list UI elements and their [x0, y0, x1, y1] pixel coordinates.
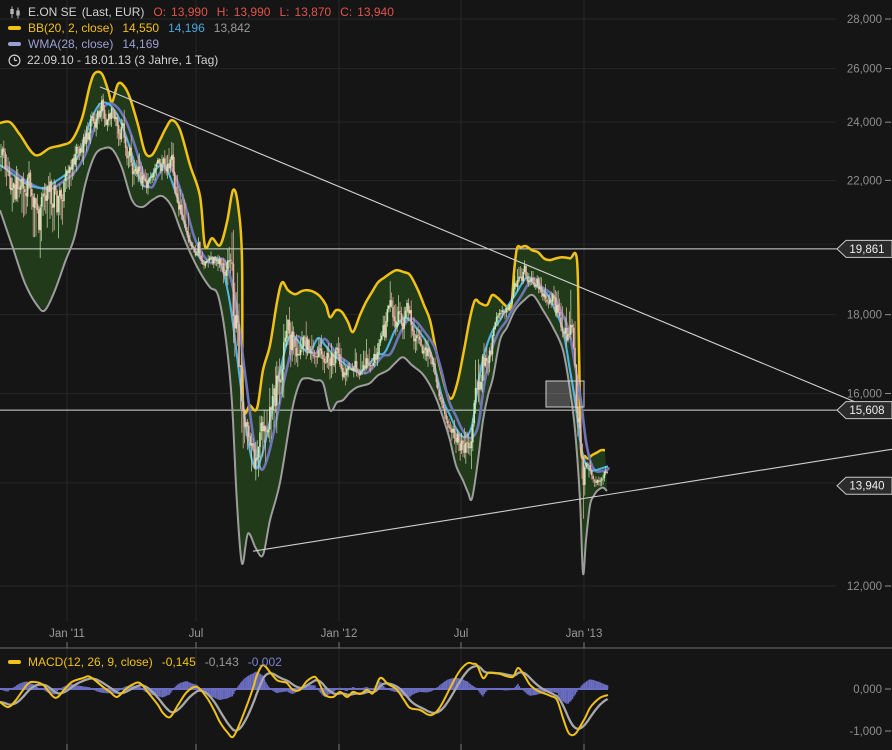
price-axis-label: 28,000: [847, 14, 882, 26]
close-label: C:: [340, 5, 352, 19]
bollinger-band-fill: [0, 72, 607, 574]
price-axis-label: 18,000: [847, 310, 882, 322]
price-level-tag: 19,861: [837, 240, 892, 257]
macd-value: -0,145: [162, 655, 196, 669]
bollinger-upper-value: 14,550: [122, 21, 159, 35]
clock-icon: [8, 54, 21, 67]
legend-bollinger-row[interactable]: BB(20, 2, close) 14,550 14,196 13,842: [8, 20, 394, 36]
macd-legend: MACD(12, 26, 9, close) -0,145 -0,143 -0,…: [8, 654, 282, 670]
svg-text:13,940: 13,940: [849, 481, 884, 493]
selection-rect[interactable]: [546, 381, 584, 407]
macd-hist-value: -0,002: [248, 655, 282, 669]
wma-value: 14,169: [122, 37, 159, 51]
macd-swatch-icon: [8, 660, 21, 664]
price-chart-canvas[interactable]: 28,000 26,000 24,000 22,000 18,000 16,000 12,0…: [0, 0, 892, 750]
date-axis-label: Jan '12: [321, 628, 358, 640]
macd-signal-value: -0,143: [205, 655, 239, 669]
macd-pane[interactable]: [0, 663, 608, 737]
macd-axis-label: 0,000: [853, 684, 882, 696]
last-price-tag: 13,940: [837, 477, 892, 494]
wma-swatch-icon: [8, 42, 21, 46]
legend-instrument-row[interactable]: E.ON SE (Last, EUR) O: 13,990 H: 13,990 …: [8, 4, 394, 20]
macd-signal-line: [0, 666, 608, 731]
price-axis-label: 12,000: [847, 581, 882, 593]
price-level-tag: 15,608: [837, 402, 892, 419]
date-axis-label: Jan '11: [49, 628, 85, 640]
price-axis-label: 16,000: [847, 388, 882, 400]
legend-daterange-row[interactable]: 22.09.10 - 18.01.13 (3 Jahre, 1 Tag): [8, 52, 394, 68]
date-axis-label: Jul: [454, 628, 469, 640]
svg-text:15,608: 15,608: [849, 405, 884, 417]
high-label: H:: [217, 5, 229, 19]
low-value: 13,870: [294, 5, 331, 19]
candlestick-chart-icon: [8, 6, 22, 19]
date-range: 22.09.10 - 18.01.13 (3 Jahre, 1 Tag): [27, 53, 218, 67]
price-pane[interactable]: [0, 72, 892, 575]
date-axis-label: Jul: [189, 628, 204, 640]
bollinger-mid-value: 14,196: [168, 21, 205, 35]
chart-legend: E.ON SE (Last, EUR) O: 13,990 H: 13,990 …: [8, 4, 394, 68]
price-axis[interactable]: 28,000 26,000 24,000 22,000 18,000 16,000 12,0…: [847, 14, 891, 738]
legend-wma-row[interactable]: WMA(28, close) 14,169: [8, 36, 394, 52]
trendline: [253, 449, 892, 551]
date-axis-label: Jan '13: [566, 628, 603, 640]
price-axis-label: 26,000: [847, 64, 882, 76]
open-label: O:: [153, 5, 166, 19]
close-value: 13,940: [357, 5, 394, 19]
high-value: 13,990: [234, 5, 271, 19]
svg-text:19,861: 19,861: [849, 244, 884, 256]
bollinger-swatch-icon: [8, 26, 21, 30]
price-axis-label: 24,000: [847, 117, 882, 129]
open-value: 13,990: [171, 5, 208, 19]
low-label: L:: [279, 5, 289, 19]
legend-macd-row[interactable]: MACD(12, 26, 9, close) -0,145 -0,143 -0,…: [8, 654, 282, 670]
bollinger-label: BB(20, 2, close): [28, 21, 113, 35]
bollinger-lower-value: 13,842: [214, 21, 251, 35]
macd-label: MACD(12, 26, 9, close): [28, 655, 153, 669]
instrument-series-type: (Last, EUR): [82, 5, 145, 19]
instrument-name: E.ON SE: [28, 5, 77, 19]
price-axis-label: 22,000: [847, 175, 882, 187]
wma-label: WMA(28, close): [28, 37, 113, 51]
macd-axis-label: -1,000: [849, 726, 882, 738]
chart-application: 28,000 26,000 24,000 22,000 18,000 16,000 12,0…: [0, 0, 892, 750]
